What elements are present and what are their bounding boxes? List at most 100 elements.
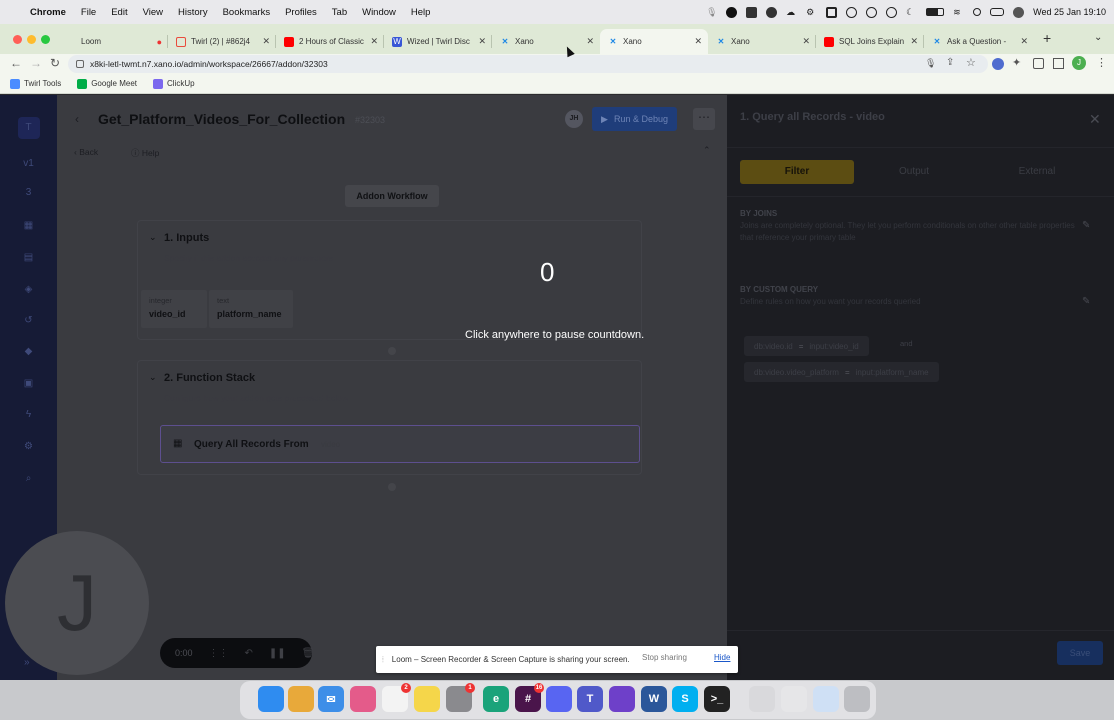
tab-xano-1[interactable]: ✕ Xano ✕ bbox=[492, 29, 600, 54]
address-bar[interactable]: x8ki-letl-twmt.n7.xano.io/admin/workspac… bbox=[68, 55, 988, 73]
reading-list-icon[interactable] bbox=[1053, 58, 1064, 69]
grid-icon[interactable] bbox=[826, 6, 838, 18]
bookmark-twirl-tools[interactable]: Twirl Tools bbox=[10, 78, 61, 89]
terminal-app-icon[interactable]: >_ bbox=[704, 686, 730, 712]
tab-youtube-classic[interactable]: 2 Hours of Classic ✕ bbox=[276, 29, 384, 54]
tab-search-icon[interactable]: ⌄ bbox=[1094, 32, 1102, 43]
grip-icon[interactable]: ⦙ bbox=[382, 655, 384, 665]
menu-bookmarks[interactable]: Bookmarks bbox=[223, 7, 271, 18]
screen-share-icon[interactable] bbox=[746, 6, 758, 18]
more-options-button[interactable]: ⋯ bbox=[693, 108, 715, 130]
menu-view[interactable]: View bbox=[143, 7, 163, 18]
branch-count[interactable]: 3 bbox=[0, 187, 57, 198]
trash-icon[interactable]: 🗑 bbox=[302, 648, 315, 659]
dashboard-icon[interactable]: ▦ bbox=[0, 220, 57, 231]
word-app-icon[interactable]: W bbox=[641, 686, 667, 712]
condition-conjunction[interactable]: and bbox=[900, 339, 913, 348]
puzzle-icon[interactable]: ✦ bbox=[1012, 56, 1021, 69]
bookmark-clickup[interactable]: ClickUp bbox=[153, 78, 195, 89]
loom-status-icon[interactable] bbox=[726, 6, 738, 18]
tab-xano-active[interactable]: ✕ Xano ✕ bbox=[600, 29, 708, 54]
tab-xano-3[interactable]: ✕ Xano ✕ bbox=[708, 29, 816, 54]
tab-loom[interactable]: Loom ● bbox=[58, 29, 168, 54]
tab-wized[interactable]: W Wized | Twirl Disc ✕ bbox=[384, 29, 492, 54]
menu-profiles[interactable]: Profiles bbox=[285, 7, 317, 18]
gear-icon[interactable]: ⚙ bbox=[0, 441, 57, 452]
loom-camera-bubble[interactable]: J bbox=[5, 531, 149, 675]
focus-icon[interactable] bbox=[866, 6, 878, 18]
close-tab-icon[interactable]: ✕ bbox=[694, 36, 702, 47]
help-link[interactable]: ⓘ Help bbox=[131, 147, 159, 159]
close-tab-icon[interactable]: ✕ bbox=[370, 36, 378, 47]
close-tab-icon[interactable]: ✕ bbox=[586, 36, 594, 47]
stop-sharing-button[interactable]: Stop sharing bbox=[642, 653, 687, 662]
param-platform-name[interactable]: text platform_name bbox=[209, 290, 293, 328]
close-window-icon[interactable] bbox=[13, 35, 22, 44]
bookmark-star-icon[interactable]: ☆ bbox=[966, 56, 976, 69]
grammarly-icon[interactable] bbox=[766, 6, 778, 18]
slack-app-icon[interactable]: #16 bbox=[515, 683, 544, 712]
tab-external[interactable]: External bbox=[980, 160, 1094, 184]
maximize-window-icon[interactable] bbox=[41, 35, 50, 44]
menubar-datetime[interactable]: Wed 25 Jan 19:10 bbox=[1033, 7, 1106, 17]
close-tab-icon[interactable]: ✕ bbox=[910, 36, 918, 47]
tab-ask-question[interactable]: ✕ Ask a Question - ✕ bbox=[924, 29, 1034, 54]
loom-countdown[interactable]: 0 bbox=[540, 257, 554, 288]
sidebar-icon[interactable] bbox=[1033, 58, 1044, 69]
chevron-down-icon[interactable]: ⌄ bbox=[149, 372, 157, 383]
battery-icon[interactable] bbox=[926, 8, 945, 16]
close-tab-icon[interactable]: ✕ bbox=[478, 36, 486, 47]
condition-video-id[interactable]: db:video.id = input:video_id bbox=[744, 336, 869, 356]
discord-app-icon[interactable] bbox=[546, 686, 572, 712]
menu-file[interactable]: File bbox=[81, 7, 96, 18]
tab-sql-joins[interactable]: SQL Joins Explain ✕ bbox=[816, 29, 924, 54]
hide-button[interactable]: Hide bbox=[714, 653, 730, 662]
reminders-app-icon[interactable]: 2 bbox=[382, 683, 411, 712]
moon-icon[interactable]: ☾ bbox=[906, 7, 917, 18]
loom-pause-hint[interactable]: Click anywhere to pause countdown. bbox=[465, 329, 644, 341]
extension-icon[interactable] bbox=[992, 58, 1004, 70]
history-icon[interactable]: ↺ bbox=[0, 315, 57, 326]
edit-query-icon[interactable]: ✎ bbox=[1082, 296, 1090, 307]
documents-app-icon[interactable] bbox=[781, 686, 807, 712]
profile-avatar[interactable]: J bbox=[1072, 56, 1086, 70]
finder-app-icon[interactable] bbox=[258, 686, 284, 712]
wifi-icon[interactable]: ≋ bbox=[953, 7, 964, 18]
mail-app-icon[interactable]: ✉ bbox=[318, 686, 344, 712]
api-icon[interactable]: ◈ bbox=[0, 284, 57, 295]
close-tab-icon[interactable]: ✕ bbox=[802, 36, 810, 47]
bookmark-google-meet[interactable]: Google Meet bbox=[77, 78, 137, 89]
preview-app-icon[interactable] bbox=[749, 686, 775, 712]
database-icon[interactable]: ▤ bbox=[0, 252, 57, 263]
close-tab-icon[interactable]: ✕ bbox=[262, 36, 270, 47]
github-app-icon[interactable] bbox=[609, 686, 635, 712]
add-step-icon[interactable] bbox=[388, 483, 396, 491]
microphone-icon[interactable]: 🎙 bbox=[925, 58, 936, 69]
collapse-icon[interactable]: ⌃ bbox=[703, 145, 711, 156]
siri-icon[interactable] bbox=[1013, 6, 1025, 18]
new-tab-icon[interactable]: + bbox=[1043, 30, 1051, 46]
teams-app-icon[interactable]: T bbox=[577, 686, 603, 712]
chevron-down-icon[interactable]: ⌄ bbox=[149, 232, 157, 243]
play-icon[interactable] bbox=[886, 6, 898, 18]
menu-history[interactable]: History bbox=[178, 7, 208, 18]
tab-output[interactable]: Output bbox=[857, 160, 971, 184]
reload-icon[interactable]: ↻ bbox=[50, 56, 60, 70]
back-arrow-icon[interactable]: ← bbox=[10, 56, 22, 70]
menu-app-name[interactable]: Chrome bbox=[30, 7, 66, 18]
cloud-icon[interactable]: ☁ bbox=[786, 7, 797, 18]
tab-filter[interactable]: Filter bbox=[740, 160, 854, 184]
param-video-id[interactable]: integer video_id bbox=[141, 290, 207, 328]
menu-help[interactable]: Help bbox=[411, 7, 431, 18]
downloads-app-icon[interactable] bbox=[813, 686, 839, 712]
pause-icon[interactable]: ❚❚ bbox=[269, 648, 286, 659]
tab-twirl[interactable]: Twirl (2) | #862j4 ✕ bbox=[168, 29, 276, 54]
workspace-avatar[interactable]: T bbox=[0, 117, 57, 139]
gear-icon[interactable]: ⚙ bbox=[806, 7, 817, 18]
function-stack-title[interactable]: 2. Function Stack bbox=[164, 372, 255, 384]
settings-app-icon[interactable]: 1 bbox=[446, 683, 475, 712]
chrome-app-icon[interactable] bbox=[288, 686, 314, 712]
minimize-window-icon[interactable] bbox=[27, 35, 36, 44]
recording-icon[interactable] bbox=[846, 6, 858, 18]
menu-edit[interactable]: Edit bbox=[111, 7, 127, 18]
